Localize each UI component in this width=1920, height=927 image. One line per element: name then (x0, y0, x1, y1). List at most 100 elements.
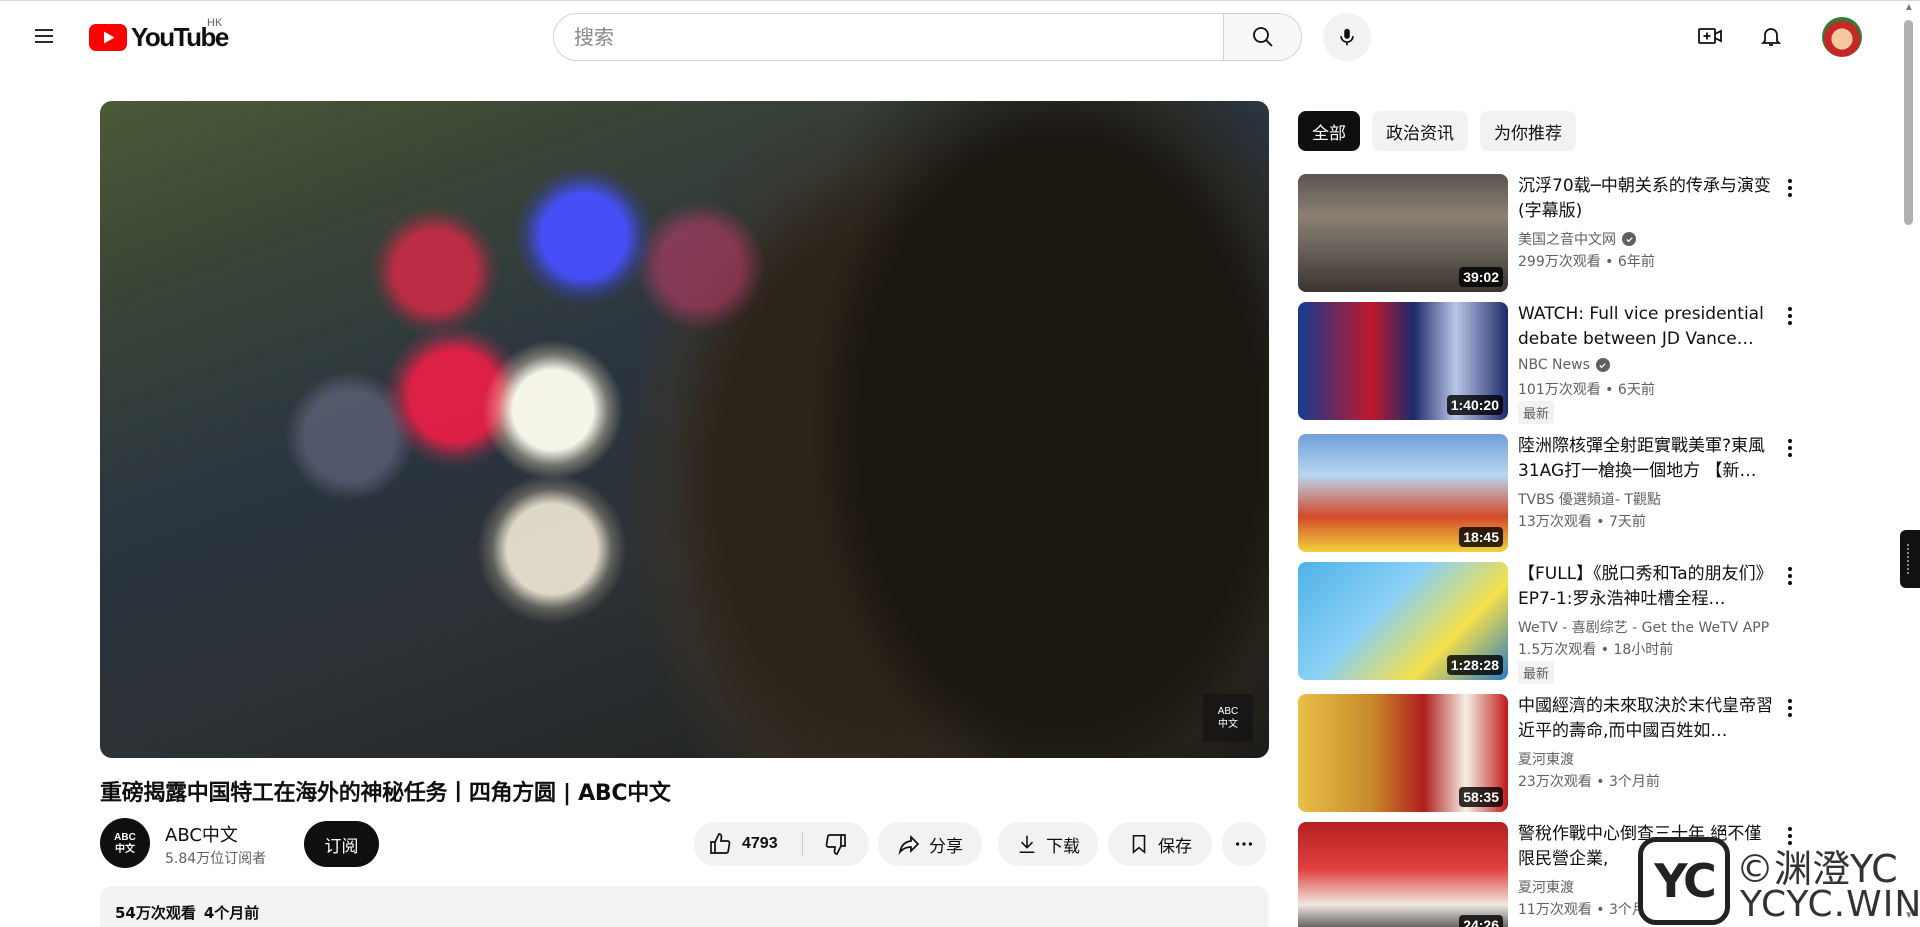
recommendation-channel[interactable]: WeTV - 喜剧综艺 - Get the WeTV APP (1518, 617, 1769, 637)
recommendation-menu-button[interactable] (1778, 564, 1802, 588)
rec-views: 1.5万次观看 (1518, 642, 1597, 658)
search-input[interactable] (574, 25, 1223, 49)
download-button[interactable]: 下载 (998, 822, 1098, 866)
mic-icon (1340, 28, 1354, 46)
menu-icon (35, 29, 53, 43)
description-box[interactable]: 54万次观看 4个月前 (100, 886, 1269, 927)
chip-for-you[interactable]: 为你推荐 (1480, 111, 1576, 151)
video-thumbnail[interactable]: 39:02 (1298, 174, 1508, 292)
video-thumbnail[interactable]: 1:28:28 (1298, 562, 1508, 680)
recommendation-meta: 1.5万次观看 • 18小时前 (1518, 642, 1674, 658)
account-avatar[interactable] (1822, 17, 1862, 57)
new-badge: 最新 (1518, 401, 1555, 424)
recommendation-channel[interactable]: 夏河東渡 (1518, 749, 1574, 769)
rec-views: 299万次观看 (1518, 254, 1601, 270)
page-scrollbar[interactable] (1904, 20, 1913, 225)
top-bar: YouTube HK (0, 0, 1920, 72)
subscribe-button[interactable]: 订阅 (304, 821, 379, 867)
save-label: 保存 (1158, 836, 1192, 857)
channel-label: NBC News (1518, 357, 1590, 373)
download-icon (1019, 835, 1035, 854)
chip-all[interactable]: 全部 (1298, 111, 1360, 151)
search-icon (1252, 27, 1273, 47)
more-vertical-icon (1788, 307, 1792, 325)
watermark-line2: YCYC.WIN (1740, 884, 1920, 925)
video-thumbnail[interactable]: 58:35 (1298, 694, 1508, 812)
recommendation-title[interactable]: WATCH: Full vice presidential debate bet… (1518, 302, 1778, 352)
verified-icon (1622, 232, 1636, 246)
notifications-button[interactable] (1751, 16, 1791, 56)
channel-label: 美国之音中文网 (1518, 232, 1616, 248)
video-thumbnail[interactable]: 1:40:20 (1298, 302, 1508, 420)
rec-age: 6天前 (1617, 382, 1655, 398)
side-panel-handle[interactable] (1900, 530, 1920, 588)
rec-age: 3个月前 (1609, 774, 1660, 790)
create-video-icon (1698, 28, 1722, 44)
rec-views: 23万次观看 (1518, 774, 1592, 790)
bell-icon (1760, 28, 1782, 46)
channel-label: WeTV - 喜剧综艺 - Get the WeTV APP (1518, 620, 1770, 636)
duration-badge: 1:40:20 (1446, 395, 1503, 415)
chip-politics[interactable]: 政治资讯 (1372, 111, 1468, 151)
thumbs-down-icon (825, 834, 846, 855)
recommendation-menu-button[interactable] (1778, 176, 1802, 200)
bookmark-icon (1132, 834, 1146, 854)
recommendation-meta: 101万次观看 • 6天前 (1518, 382, 1655, 398)
channel-name[interactable]: ABC中文 (165, 821, 238, 847)
video-thumbnail[interactable]: 24:26 (1298, 822, 1508, 927)
create-button[interactable] (1690, 16, 1730, 56)
more-vertical-icon (1788, 567, 1792, 585)
channel-watermark: ABC 中文 (1203, 694, 1253, 742)
video-player[interactable]: ABC 中文 (100, 101, 1269, 758)
video-thumbnail[interactable]: 18:45 (1298, 434, 1508, 552)
share-icon (898, 834, 920, 855)
duration-badge: 58:35 (1459, 787, 1503, 807)
channel-label: 夏河東渡 (1518, 880, 1574, 896)
subscriber-count: 5.84万位订阅者 (165, 851, 267, 867)
channel-avatar[interactable]: ABC 中文 (100, 818, 150, 868)
more-vertical-icon (1788, 699, 1792, 717)
scroll-up-arrow[interactable]: ▲ (1903, 2, 1915, 13)
channel-label: TVBS 優選頻道- T觀點 (1518, 492, 1661, 508)
like-dislike-group: 4793 (694, 822, 869, 866)
save-button[interactable]: 保存 (1108, 822, 1212, 866)
recommendation-menu-button[interactable] (1778, 436, 1802, 460)
recommendation-channel[interactable]: TVBS 優選頻道- T觀點 (1518, 489, 1661, 509)
like-button[interactable]: 4793 (694, 822, 802, 866)
dislike-button[interactable] (803, 822, 869, 866)
like-count: 4793 (742, 835, 778, 852)
recommendation-menu-button[interactable] (1778, 304, 1802, 328)
recommendation-item[interactable]: 1:28:28 【FULL】《脱口秀和Ta的朋友们》EP7-1:罗永浩神吐槽全程… (1298, 562, 1808, 684)
recommendation-item[interactable]: 58:35 中國經濟的未來取決於末代皇帝習近平的壽命,而中國百姓如… 夏河東渡 … (1298, 694, 1808, 812)
recommendation-item[interactable]: 39:02 沉浮70载─中朝关系的传承与演变(字幕版) 美国之音中文网 299万… (1298, 174, 1808, 292)
rec-age: 18小时前 (1613, 642, 1674, 658)
menu-button[interactable] (24, 16, 64, 56)
search-box[interactable] (553, 13, 1224, 61)
share-button[interactable]: 分享 (878, 822, 982, 866)
recommendation-title[interactable]: 中國經濟的未來取決於末代皇帝習近平的壽命,而中國百姓如… (1518, 694, 1778, 744)
voice-search-button[interactable] (1323, 13, 1371, 61)
recommendation-channel[interactable]: 夏河東渡 (1518, 877, 1574, 897)
overlay-watermark: YC ©渊澄YC YCYC.WIN (1638, 832, 1920, 927)
more-vertical-icon (1788, 179, 1792, 197)
recommendation-item[interactable]: 18:45 陸洲際核彈全射距實戰美軍?東風31AG打一槍換一個地方 【新… TV… (1298, 434, 1808, 552)
recommendation-item[interactable]: 1:40:20 WATCH: Full vice presidential de… (1298, 302, 1808, 424)
search-button[interactable] (1223, 13, 1302, 61)
recommendation-title[interactable]: 【FULL】《脱口秀和Ta的朋友们》EP7-1:罗永浩神吐槽全程… (1518, 562, 1778, 612)
view-count: 54万次观看 (115, 904, 196, 922)
upload-age: 4个月前 (203, 904, 260, 922)
recommendation-meta: 299万次观看 • 6年前 (1518, 254, 1655, 270)
recommendation-title[interactable]: 陸洲際核彈全射距實戰美軍?東風31AG打一槍換一個地方 【新… (1518, 434, 1778, 484)
recommendation-meta: 13万次观看 • 7天前 (1518, 514, 1646, 530)
duration-badge: 39:02 (1459, 267, 1503, 287)
duration-badge: 24:26 (1459, 915, 1503, 927)
recommendation-channel[interactable]: 美国之音中文网 (1518, 229, 1636, 249)
download-label: 下载 (1046, 836, 1080, 857)
recommendation-channel[interactable]: NBC News (1518, 357, 1610, 373)
rec-views: 101万次观看 (1518, 382, 1601, 398)
more-actions-button[interactable] (1222, 822, 1266, 866)
recommendation-menu-button[interactable] (1778, 696, 1802, 720)
recommendation-title[interactable]: 沉浮70载─中朝关系的传承与演变(字幕版) (1518, 174, 1778, 224)
video-title: 重磅揭露中国特工在海外的神秘任务丨四角方圆 | ABC中文 (100, 781, 671, 806)
watermark-badge: YC (1638, 837, 1730, 925)
